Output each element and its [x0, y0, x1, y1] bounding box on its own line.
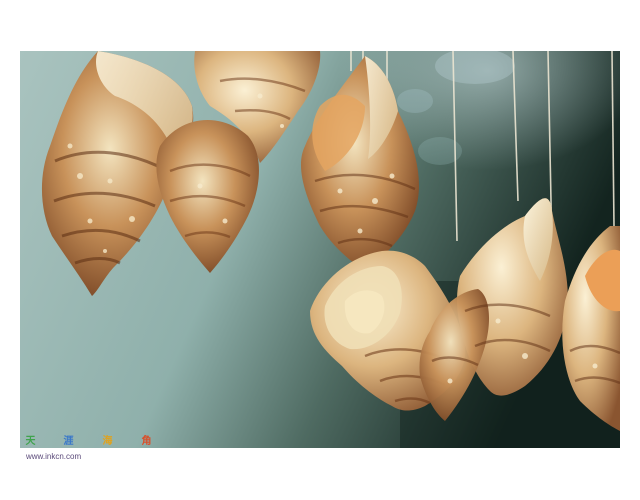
watermark-url: www.inkcn.com — [26, 452, 82, 461]
seashell-photo — [20, 51, 620, 448]
watermark: 天 涯 海 角 www.inkcn.com — [24, 435, 164, 467]
watermark-char: 角 — [141, 436, 152, 447]
watermark-char: 天 — [25, 436, 36, 447]
watermark-char: 涯 — [63, 436, 74, 447]
watermark-chars: 天 涯 海 角 — [24, 435, 164, 449]
watermark-char: 海 — [102, 436, 113, 447]
seashell-image-svg — [20, 51, 620, 448]
